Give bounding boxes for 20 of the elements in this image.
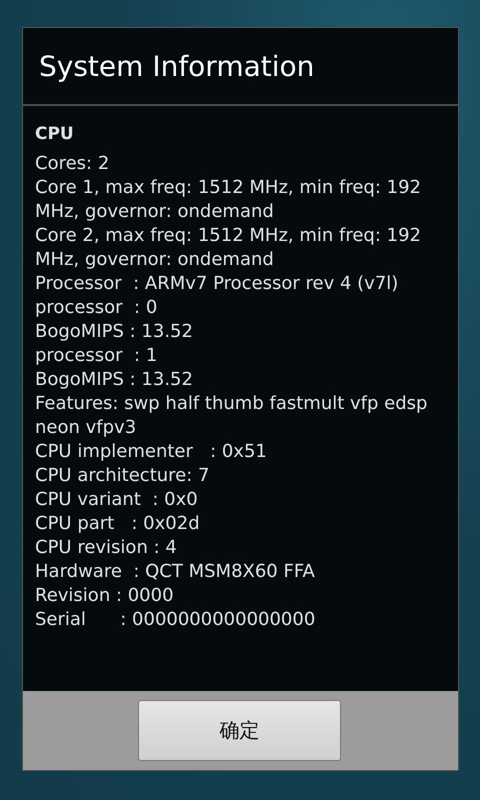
info-line: BogoMIPS : 13.52 <box>35 368 194 392</box>
section-heading: CPU <box>35 123 75 146</box>
info-line: processor : 1 <box>35 344 158 368</box>
info-line: CPU implementer : 0x51 <box>35 440 268 464</box>
info-line: CPU revision : 4 <box>35 536 178 560</box>
info-line: Processor : ARMv7 Processor rev 4 (v7l) <box>35 272 400 296</box>
info-line: Core 1, max freq: 1512 MHz, min freq: 192 MHz, governor: ondemand <box>35 176 422 224</box>
ok-button[interactable]: 确定 <box>138 700 341 761</box>
dialog-title: System Information <box>39 50 314 82</box>
info-line: Features: swp half thumb fastmult vfp edsp neon vfpv3 <box>35 392 428 440</box>
info-line: CPU part : 0x02d <box>35 512 201 536</box>
info-line: Revision : 0000 <box>35 584 175 608</box>
info-line: BogoMIPS : 13.52 <box>35 320 194 344</box>
info-line: CPU variant : 0x0 <box>35 488 199 512</box>
info-line: processor : 0 <box>35 296 158 320</box>
info-line: Hardware : QCT MSM8X60 FFA <box>35 560 316 584</box>
info-line: CPU architecture: 7 <box>35 464 210 488</box>
info-line: Cores: 2 <box>35 152 110 176</box>
info-line: Core 2, max freq: 1512 MHz, min freq: 192 MHz, governor: ondemand <box>35 224 422 272</box>
info-line: Serial : 0000000000000000 <box>35 608 316 632</box>
